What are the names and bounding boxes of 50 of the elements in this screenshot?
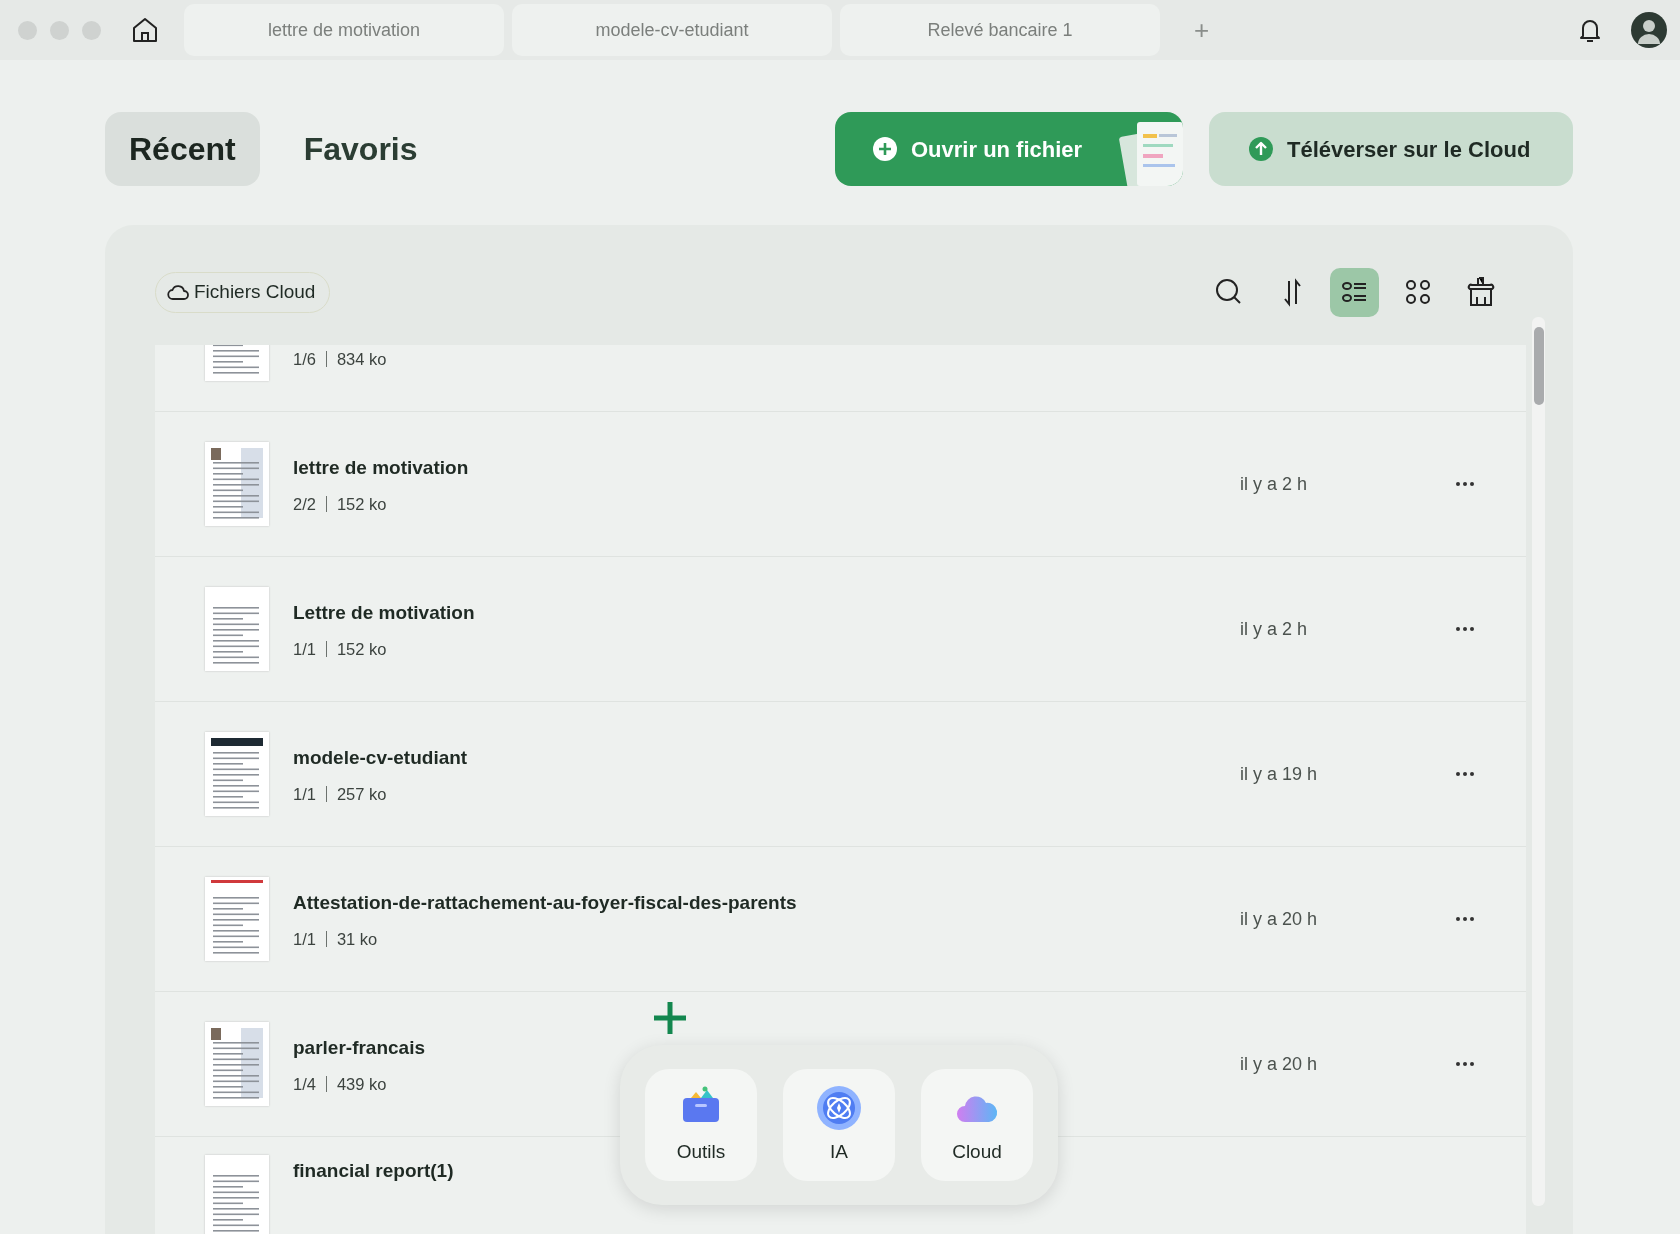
file-row[interactable]: Lettre de motivation 1/1 152 ko il y a 2 h xyxy=(155,557,1526,702)
file-name: Lettre de motivation xyxy=(293,600,475,625)
dock-button[interactable]: IA xyxy=(783,1069,895,1181)
dock-button[interactable]: Cloud xyxy=(921,1069,1033,1181)
more-icon xyxy=(1455,916,1475,922)
ai-orb-icon xyxy=(815,1083,863,1132)
plus-circle-icon xyxy=(873,137,897,161)
file-size: 152 ko xyxy=(336,493,387,515)
open-file-button[interactable]: Ouvrir un fichier xyxy=(835,112,1183,186)
page-count: 2/2 xyxy=(293,493,316,515)
scrollbar-thumb[interactable] xyxy=(1533,327,1544,405)
dock-button[interactable]: Outils xyxy=(645,1069,757,1181)
modified-time: il y a 2 h xyxy=(1240,617,1309,641)
modified-time: il y a 2 h xyxy=(1240,472,1309,496)
file-size: 31 ko xyxy=(336,928,378,950)
file-size: 257 ko xyxy=(336,783,387,805)
page-count: 1/1 xyxy=(293,638,316,660)
document-tab[interactable]: modele-cv-etudiant xyxy=(512,4,832,56)
file-size: 834 ko xyxy=(336,348,387,370)
file-name: modele-cv-etudiant xyxy=(293,745,468,770)
document-tab[interactable]: lettre de motivation xyxy=(184,4,504,56)
file-size: 439 ko xyxy=(336,1073,387,1095)
file-name: financial report(1) xyxy=(293,1159,454,1183)
file-row[interactable]: lettre de motivation 2/2 152 ko il y a 2 h xyxy=(155,412,1526,557)
modified-time: il y a 20 h xyxy=(1240,1052,1319,1076)
page-count: 1/6 xyxy=(293,348,316,370)
file-row[interactable]: modele-cv-etudiant 1/1 257 ko il y a 19 h xyxy=(155,702,1526,847)
upload-cloud-button[interactable]: Téléverser sur le Cloud xyxy=(1209,112,1573,186)
home-button[interactable] xyxy=(130,15,160,45)
modified-time: il y a 20 h xyxy=(1240,907,1319,931)
more-icon xyxy=(1455,626,1475,632)
file-size: 152 ko xyxy=(336,638,387,660)
section-tab[interactable]: Récent xyxy=(105,112,260,186)
page-count: 1/1 xyxy=(293,928,316,950)
modified-time: il y a 19 h xyxy=(1240,762,1319,786)
page-count: 1/1 xyxy=(293,783,316,805)
more-icon xyxy=(1455,771,1475,777)
file-row[interactable]: Attestation-de-rattachement-au-foyer-fiscal-des-parents 1/1 31 ko il y a 20 h xyxy=(155,847,1526,992)
page-count: 1/4 xyxy=(293,1073,316,1095)
section-tab[interactable]: Favoris xyxy=(279,112,442,186)
document-tab[interactable]: Relevé bancaire 1 xyxy=(840,4,1160,56)
file-name: Attestation-de-rattachement-au-foyer-fiscal-des-parents xyxy=(293,890,797,915)
file-name: lettre de motivation xyxy=(293,455,469,480)
more-icon xyxy=(1455,1061,1475,1067)
more-icon xyxy=(1455,481,1475,487)
list-view-button[interactable] xyxy=(1330,267,1379,317)
file-name: parler-francais xyxy=(293,1035,425,1060)
avatar-icon[interactable] xyxy=(1630,11,1668,49)
file-row[interactable]: 1/6 834 ko xyxy=(155,345,1526,412)
plus-icon xyxy=(652,1000,688,1036)
